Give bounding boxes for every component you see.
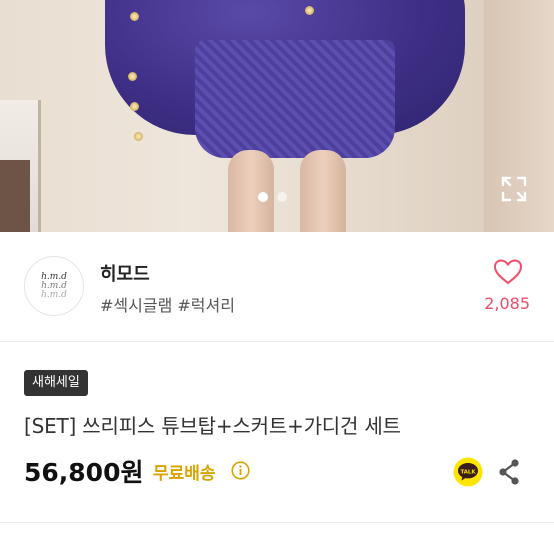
product-photo-detail: [305, 6, 314, 15]
product-photo-detail: [130, 102, 139, 111]
hero-background: [0, 160, 30, 232]
like-count: 2,085: [484, 294, 530, 313]
carousel-dot-active[interactable]: [258, 192, 268, 202]
product-photo-skirt: [195, 40, 395, 158]
carousel-dot[interactable]: [277, 192, 287, 202]
svg-text:TALK: TALK: [460, 469, 476, 475]
product-photo-detail: [134, 132, 143, 141]
product-price: 56,800원: [24, 458, 144, 487]
free-shipping-label: 무료배송: [153, 464, 216, 484]
section-divider: [0, 522, 554, 523]
shop-info-row[interactable]: h.m.d h.m.d h.m.d 히모드 #섹시글램 #럭셔리 2,085: [0, 232, 554, 340]
product-title: [SET] 쓰리피스 튜브탑+스커트+가디건 세트: [24, 414, 401, 438]
shop-logo-text: h.m.d: [41, 289, 67, 300]
sale-badge: 새해세일: [24, 370, 88, 396]
product-image-carousel[interactable]: [0, 0, 554, 232]
product-photo-detail: [130, 12, 139, 21]
shop-tags: #섹시글램 #럭셔리: [100, 296, 235, 315]
product-photo-model: [300, 150, 346, 232]
info-icon[interactable]: [231, 461, 250, 480]
shop-logo-avatar[interactable]: h.m.d h.m.d h.m.d: [24, 256, 84, 316]
expand-icon[interactable]: [500, 175, 528, 203]
section-divider: [0, 341, 554, 342]
kakao-talk-icon[interactable]: TALK: [453, 457, 483, 487]
heart-outline-icon[interactable]: [493, 258, 523, 286]
share-icon[interactable]: [497, 458, 521, 486]
shop-name[interactable]: 히모드: [100, 260, 150, 286]
product-photo-detail: [128, 72, 137, 81]
carousel-indicator: [258, 192, 287, 202]
product-photo-model: [228, 150, 274, 232]
